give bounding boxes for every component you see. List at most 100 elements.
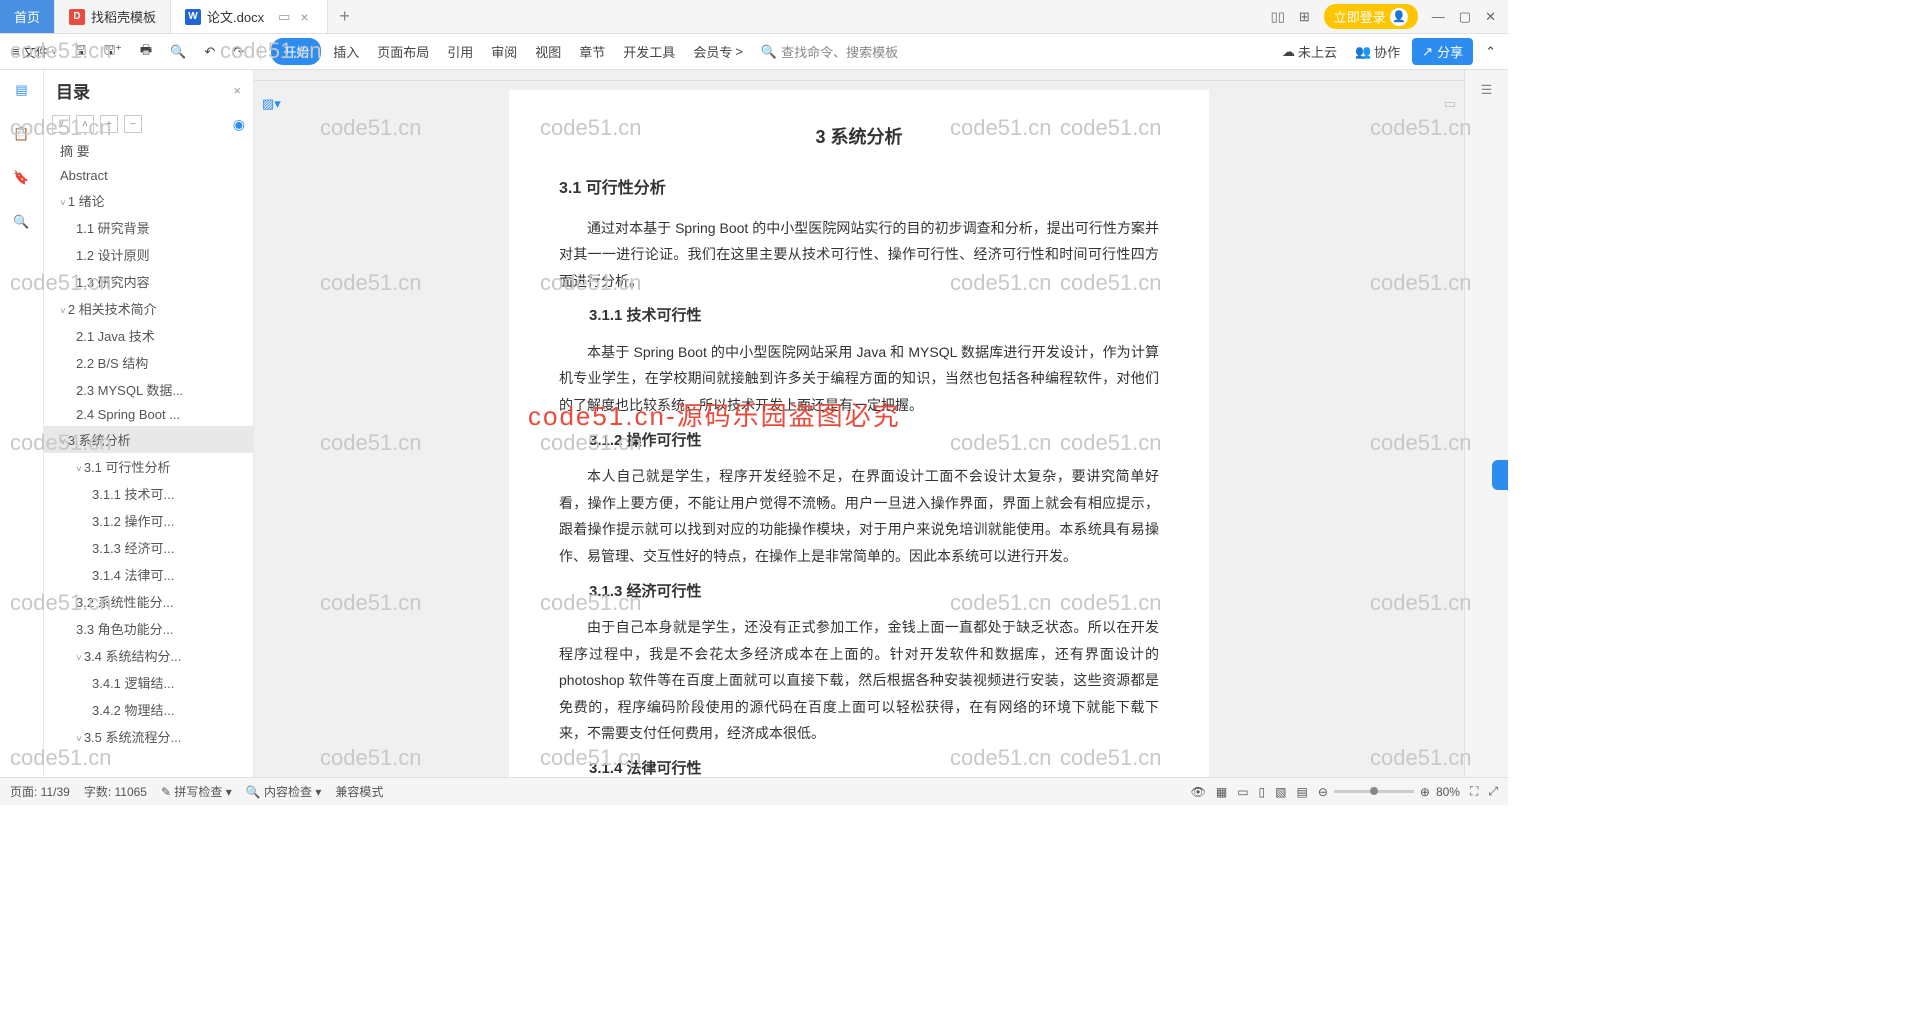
tab-home[interactable]: 首页 <box>0 0 55 33</box>
remove-icon[interactable]: − <box>124 115 142 133</box>
toc-item[interactable]: 2.2 B/S 结构 <box>44 349 253 376</box>
tab-ref[interactable]: 引用 <box>441 38 479 65</box>
toc-item[interactable]: 2.4 Spring Boot ... <box>44 403 253 426</box>
toc-item[interactable]: Abstract <box>44 164 253 187</box>
content-check-button[interactable]: 🔍 内容检查 ▾ <box>246 783 322 800</box>
layout-icon[interactable]: ▯▯ <box>1271 9 1285 25</box>
toc-item[interactable]: 3.1.2 操作可... <box>44 507 253 534</box>
tab-template[interactable]: D找稻壳模板 <box>55 0 171 33</box>
toc-item[interactable]: 3.4.2 物理结... <box>44 696 253 723</box>
search-icon[interactable]: 🔍 <box>9 210 33 234</box>
share-button[interactable]: ↗ 分享 <box>1412 38 1473 65</box>
apps-icon[interactable]: ⊞ <box>1299 9 1310 25</box>
toc-item[interactable]: ˅1 绪论 <box>44 187 253 214</box>
view-web-icon[interactable]: ▧ <box>1275 785 1286 799</box>
heading-3: 3.1 可行性分析 <box>559 174 1159 204</box>
view-read-icon[interactable]: ▭ <box>1237 785 1248 799</box>
zoom-control[interactable]: ⊖ ⊕ 80% <box>1318 785 1460 799</box>
page-nav-icon[interactable]: ▭ <box>1444 96 1456 112</box>
right-tool-icon[interactable]: ☰ <box>1481 82 1493 98</box>
toc-item[interactable]: ˅3.4 系统结构分... <box>44 642 253 669</box>
toc-item[interactable]: ˅2 相关技术简介 <box>44 295 253 322</box>
zoom-slider[interactable] <box>1334 790 1414 793</box>
fit-page-icon[interactable]: ⛶ <box>1470 784 1478 799</box>
tab-member[interactable]: 会员专> <box>687 38 749 65</box>
tab-chapter[interactable]: 章节 <box>573 38 611 65</box>
toc-item[interactable]: 3.1.1 技术可... <box>44 480 253 507</box>
tab-start[interactable]: 开始 <box>271 38 321 65</box>
view-outline-icon[interactable]: ▤ <box>1296 785 1307 799</box>
toc-item[interactable]: ˅3 系统分析 <box>44 426 253 453</box>
toc-item[interactable]: 1.3 研究内容 <box>44 268 253 295</box>
side-nav: ▤ 📋 🔖 🔍 <box>0 70 44 777</box>
bookmark-icon[interactable]: 🔖 <box>9 166 33 190</box>
collapse-ribbon-icon[interactable]: ⌃ <box>1479 40 1502 64</box>
view-grid-icon[interactable]: ▦ <box>1216 785 1227 799</box>
word-count[interactable]: 字数: 11065 <box>84 783 147 800</box>
side-handle[interactable] <box>1492 460 1508 490</box>
toc-item[interactable]: 1.2 设计原则 <box>44 241 253 268</box>
toc-list: 摘 要Abstract˅1 绪论1.1 研究背景1.2 设计原则1.3 研究内容… <box>44 137 253 777</box>
sync-icon[interactable]: ◉ <box>233 116 245 133</box>
window-controls: ▯▯ ⊞ 立即登录👤 — ▢ ✕ <box>1259 0 1508 33</box>
print-icon[interactable]: 🖶 <box>134 37 158 67</box>
minimize-icon[interactable]: — <box>1432 9 1445 24</box>
save-icon[interactable]: 🖫 <box>69 37 92 67</box>
toc-item[interactable]: 3.2 系统性能分... <box>44 588 253 615</box>
right-bar: ☰ <box>1464 70 1508 777</box>
command-search[interactable]: 🔍 查找命令、搜索模板 <box>755 38 904 65</box>
tab-review[interactable]: 审阅 <box>485 38 523 65</box>
toc-panel: 目录 × ˅ ˄ + − ◉ 摘 要Abstract˅1 绪论1.1 研究背景1… <box>44 70 254 777</box>
close-icon[interactable]: ✕ <box>1485 9 1496 25</box>
zoom-out-icon[interactable]: ⊖ <box>1318 785 1328 799</box>
cloud-status[interactable]: ☁ 未上云 <box>1276 38 1343 65</box>
tab-view[interactable]: 视图 <box>529 38 567 65</box>
spellcheck-button[interactable]: ✎ 拼写检查 ▾ <box>161 783 232 800</box>
view-page-icon[interactable]: ▯ <box>1259 785 1266 799</box>
zoom-level[interactable]: 80% <box>1436 785 1460 799</box>
toc-item[interactable]: 1.1 研究背景 <box>44 214 253 241</box>
add-icon[interactable]: + <box>100 115 118 133</box>
heading-4: 3.1.1 技术可行性 <box>559 302 1159 331</box>
page-thumb-icon[interactable]: ▨▾ <box>262 96 281 112</box>
tab-close-icon[interactable]: × <box>296 9 312 25</box>
redo-icon[interactable]: ↷ <box>227 40 250 64</box>
toc-item[interactable]: 摘 要 <box>44 137 253 164</box>
maximize-icon[interactable]: ▢ <box>1459 9 1471 25</box>
toc-item[interactable]: ˅3.1 可行性分析 <box>44 453 253 480</box>
menu-button[interactable]: ≡ 文件˅ <box>6 38 63 65</box>
word-icon: W <box>185 9 201 25</box>
outline-tab-icon[interactable]: ▤ <box>11 78 31 102</box>
tab-document[interactable]: W论文.docx▭× <box>171 0 328 33</box>
new-tab-button[interactable]: + <box>328 0 362 33</box>
toc-close-icon[interactable]: × <box>233 83 241 98</box>
compat-mode[interactable]: 兼容模式 <box>335 783 383 800</box>
toc-item[interactable]: 3.1.4 法律可... <box>44 561 253 588</box>
expand-all-icon[interactable]: ˄ <box>76 115 94 133</box>
zoom-in-icon[interactable]: ⊕ <box>1420 785 1430 799</box>
tab-layout[interactable]: 页面布局 <box>371 38 435 65</box>
toc-item[interactable]: 3.1.3 经济可... <box>44 534 253 561</box>
paragraph: 本人自己就是学生，程序开发经验不足，在界面设计工面不会设计太复杂，要讲究简单好看… <box>559 463 1159 569</box>
view-eye-icon[interactable]: 👁 <box>1191 785 1206 799</box>
toc-item[interactable]: ˅3.5 系统流程分... <box>44 723 253 750</box>
coop-button[interactable]: 👥 协作 <box>1349 38 1406 65</box>
clipboard-icon[interactable]: 📋 <box>9 122 33 146</box>
preview-icon[interactable]: 🔍 <box>164 40 192 64</box>
undo-icon[interactable]: ↶ <box>198 40 221 64</box>
fullscreen-icon[interactable]: ⤢ <box>1488 784 1498 799</box>
toc-tools: ˅ ˄ + − ◉ <box>44 111 253 137</box>
toc-item[interactable]: 3.3 角色功能分... <box>44 615 253 642</box>
heading-2: 3 系统分析 <box>559 120 1159 154</box>
page-indicator[interactable]: 页面: 11/39 <box>10 783 70 800</box>
toc-item[interactable]: 2.3 MYSQL 数据... <box>44 376 253 403</box>
collapse-all-icon[interactable]: ˅ <box>52 115 70 133</box>
ribbon: ≡ 文件˅ 🖫 🖫⁺ 🖶 🔍 ↶ ↷ 开始 插入 页面布局 引用 审阅 视图 章… <box>0 34 1508 70</box>
tab-dev[interactable]: 开发工具 <box>617 38 681 65</box>
tab-insert[interactable]: 插入 <box>327 38 365 65</box>
toc-item[interactable]: 2.1 Java 技术 <box>44 322 253 349</box>
toc-item[interactable]: 3.4.1 逻辑结... <box>44 669 253 696</box>
tab-window-icon[interactable]: ▭ <box>278 9 290 25</box>
saveas-icon[interactable]: 🖫⁺ <box>98 37 128 67</box>
login-button[interactable]: 立即登录👤 <box>1324 4 1418 29</box>
